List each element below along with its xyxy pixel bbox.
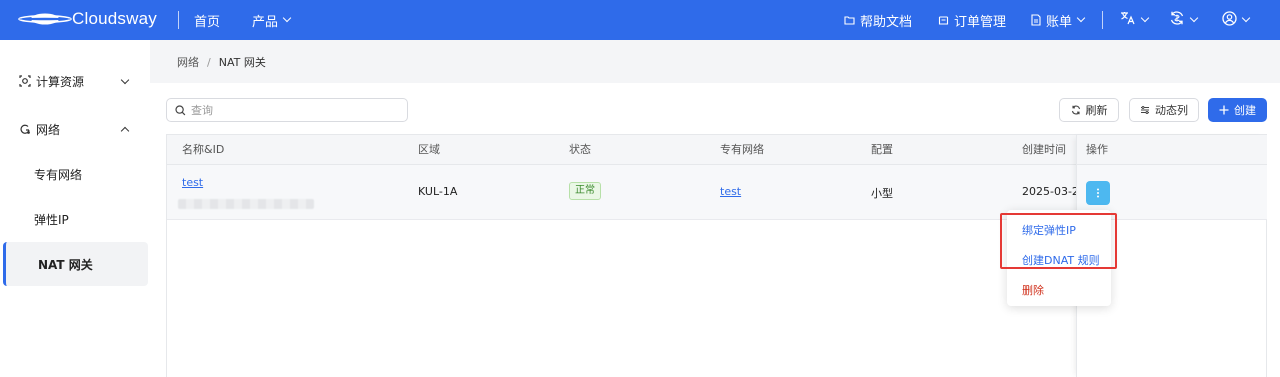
more-actions-button[interactable] [1086, 181, 1110, 205]
main-content: 网络 / NAT 网关 刷新 动态列 创建 [150, 40, 1280, 377]
status-badge: 正常 [569, 182, 601, 200]
refresh-icon [1071, 105, 1081, 115]
sidebar-item-network[interactable]: 网络 [0, 107, 150, 151]
brand-logo[interactable]: Cloudsway [18, 9, 157, 29]
order-management-label: 订单管理 [954, 14, 1007, 30]
chevron-down-icon [1189, 13, 1199, 23]
create-button[interactable]: 创建 [1208, 98, 1267, 122]
bill-icon [1029, 14, 1042, 27]
column-header-name-id: 名称&ID [182, 143, 225, 156]
dynamic-columns-label: 动态列 [1155, 104, 1188, 117]
order-icon [937, 14, 950, 27]
more-vertical-icon [1097, 188, 1099, 198]
user-menu[interactable] [1222, 0, 1251, 40]
nav-home[interactable]: 首页 [194, 0, 220, 40]
refresh-button[interactable]: 刷新 [1059, 98, 1119, 122]
region-cell: KUL-1A [418, 185, 458, 198]
sidebar: 计算资源 网络 专有网络 弹性IP NAT 网关 [0, 40, 150, 377]
menu-item-delete[interactable]: 删除 [1022, 282, 1044, 298]
search-input[interactable] [191, 103, 391, 117]
dynamic-columns-button[interactable]: 动态列 [1129, 98, 1199, 122]
redacted-gateway-id [178, 199, 314, 209]
chevron-down-icon [1076, 13, 1086, 23]
sidebar-item-elastic-ip[interactable]: 弹性IP [0, 197, 150, 241]
search-box[interactable] [166, 98, 408, 122]
nav-billing[interactable]: 账单 [1029, 0, 1086, 40]
folder-icon [843, 14, 856, 27]
breadcrumb-separator: / [207, 55, 211, 69]
search-icon [175, 104, 186, 116]
vpc-link[interactable]: test [720, 185, 741, 198]
user-avatar-icon [1222, 10, 1237, 30]
create-label: 创建 [1234, 104, 1256, 117]
sidebar-item-label: 网络 [36, 122, 61, 137]
column-header-region: 区域 [418, 143, 440, 156]
sidebar-item-label: NAT 网关 [38, 257, 93, 272]
column-header-created-time: 创建时间 [1022, 143, 1066, 156]
nav-help-docs[interactable]: 帮助文档 [843, 0, 912, 40]
column-header-vpc: 专有网络 [720, 143, 764, 156]
sidebar-item-nat-gateway[interactable]: NAT 网关 [3, 242, 148, 286]
highlight-box [1000, 213, 1117, 269]
help-docs-label: 帮助文档 [860, 14, 913, 30]
sidebar-item-label: 专有网络 [34, 167, 83, 182]
sidebar-item-label: 弹性IP [34, 212, 69, 227]
gateway-name-link[interactable]: test [182, 176, 203, 189]
breadcrumb-parent[interactable]: 网络 [177, 54, 199, 70]
sidebar-item-compute[interactable]: 计算资源 [0, 59, 150, 103]
nav-products[interactable]: 产品 [252, 0, 292, 40]
chevron-down-icon [1241, 13, 1251, 23]
column-header-actions: 操作 [1086, 143, 1108, 156]
chevron-down-icon [1140, 13, 1150, 23]
breadcrumb: 网络 / NAT 网关 [177, 54, 266, 70]
breadcrumb-current: NAT 网关 [218, 56, 266, 69]
compute-icon [19, 75, 31, 87]
translate-icon [1120, 11, 1136, 29]
columns-settings-icon [1140, 105, 1150, 115]
sidebar-item-vpc[interactable]: 专有网络 [0, 152, 150, 196]
top-navbar: Cloudsway 首页 产品 帮助文档 订单管理 账单 [0, 0, 1280, 40]
plus-icon [1219, 105, 1229, 115]
actions-header: 操作 [1077, 135, 1267, 165]
sidebar-item-label: 计算资源 [36, 74, 85, 89]
chevron-down-icon [282, 13, 292, 23]
divider [178, 11, 179, 29]
billing-label: 账单 [1046, 14, 1073, 30]
cloudsway-logo-icon [18, 9, 72, 29]
created-time-cell: 2025-03-2 [1022, 185, 1079, 198]
currency-exchange-icon [1169, 10, 1185, 30]
refresh-label: 刷新 [1085, 104, 1108, 117]
nav-home-label: 首页 [194, 14, 221, 30]
language-switcher[interactable] [1120, 0, 1150, 40]
brand-name: Cloudsway [72, 9, 157, 28]
chevron-up-icon [120, 126, 130, 136]
currency-switcher[interactable] [1169, 0, 1199, 40]
network-icon [19, 123, 31, 135]
spec-cell: 小型 [871, 187, 893, 200]
chevron-down-icon [120, 75, 130, 85]
divider [1102, 11, 1103, 29]
nav-products-label: 产品 [252, 14, 279, 30]
column-header-spec: 配置 [871, 143, 893, 156]
column-header-status: 状态 [569, 143, 591, 156]
nav-order-management[interactable]: 订单管理 [937, 0, 1006, 40]
